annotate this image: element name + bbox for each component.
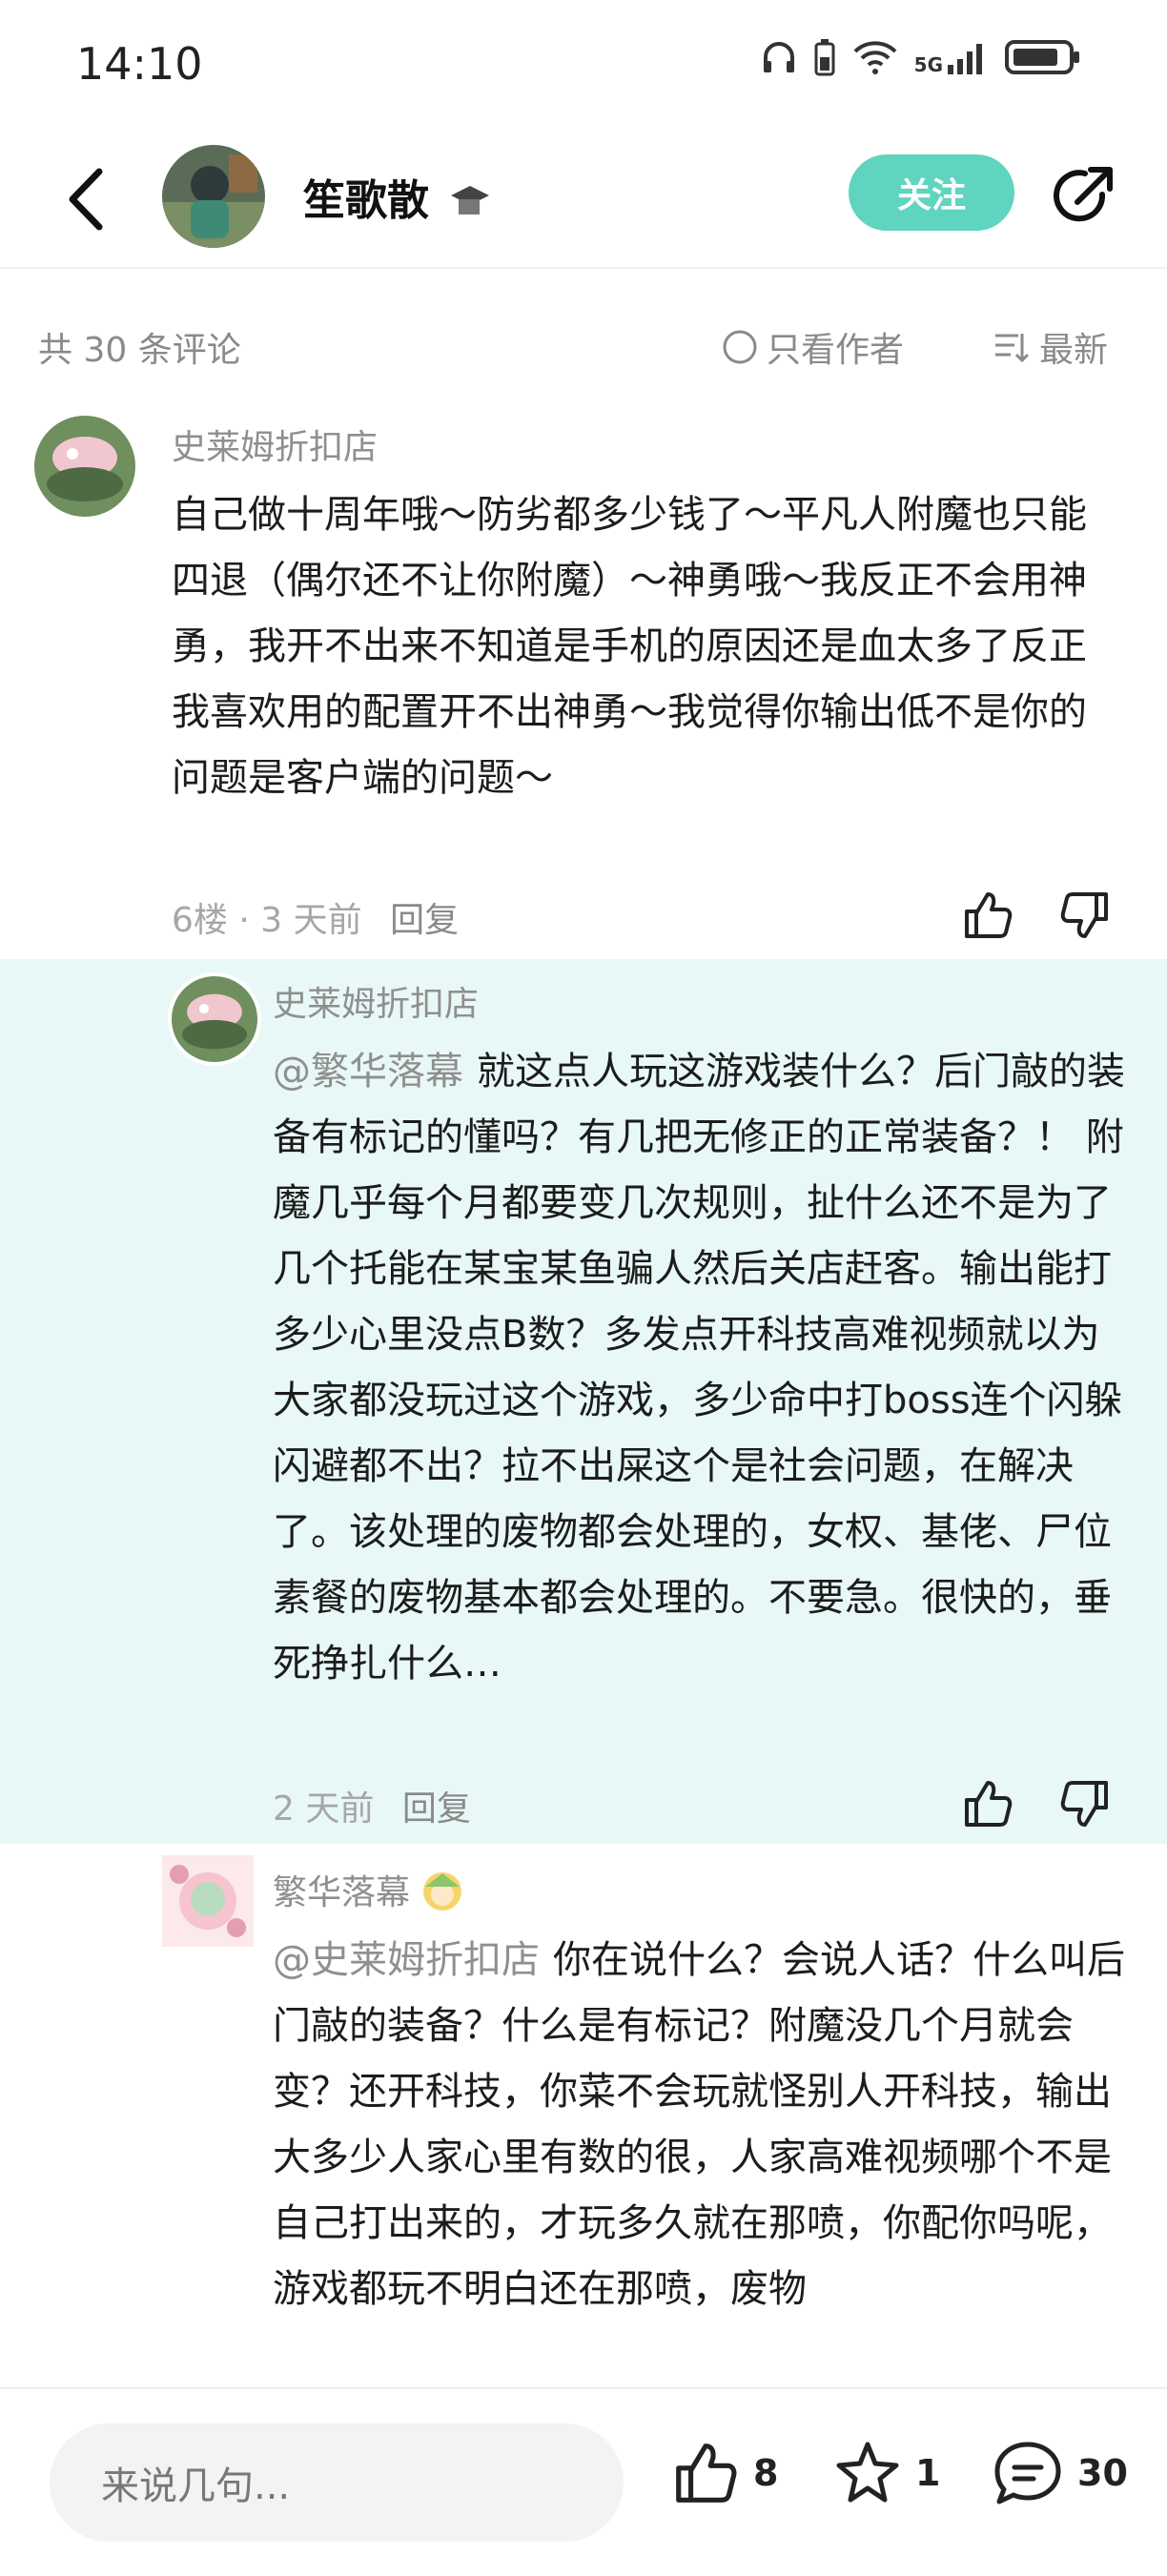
only-author-toggle[interactable]: 只看作者 [721,322,904,372]
battery-icon [1005,40,1079,74]
reply-avatar[interactable] [162,1855,254,1947]
network-label: 5G [913,53,943,76]
reply-body: 你在说什么？会说人话？什么叫后门敲的装备？什么是有标记？附魔没几个月就会变？还开… [273,1938,1125,2311]
comment-meta: 6楼 · 3 天前 回复 [172,892,459,942]
status-icons: 5G [760,38,1081,76]
signal-icon [948,44,982,74]
sort-icon [995,334,1030,363]
thumbs-down-icon[interactable] [1058,889,1112,942]
reply-name-text: 繁华落幕 [273,1873,411,1912]
comment-count-button[interactable]: 30 [992,2439,1128,2507]
only-author-label: 只看作者 [767,331,905,370]
sort-label: 最新 [1039,331,1109,370]
radio-circle-icon [723,330,757,364]
like-count-button[interactable]: 8 [671,2439,778,2507]
reply-name[interactable]: 繁华落幕 [273,1865,464,1914]
comment-bubble-icon [994,2442,1061,2504]
thumbs-down-icon[interactable] [1058,1777,1112,1830]
status-bar: 14:10 5G [0,0,1167,133]
back-arrow-icon[interactable] [59,166,116,233]
wifi-icon [853,41,897,74]
comment-text: 自己做十周年哦～防劣都多少钱了～平凡人附魔也只能四退（偶尔还不让你附魔）～神勇哦… [172,493,1087,800]
comment-time: 3 天前 [260,901,362,940]
graduation-cap-icon [451,186,490,215]
network-type: 5G [914,38,990,76]
reply-text: @繁华落幕 就这点人玩这游戏装什么？后门敲的装备有标记的懂吗？有几把无修正的正常装… [273,1039,1131,1697]
meta-separator: · [238,901,261,940]
comment-toolbar: 共 30 条评论 只看作者 最新 [0,305,1167,381]
commenter-avatar[interactable] [34,416,135,517]
like-count: 8 [753,2452,779,2494]
follow-button[interactable]: 关注 [849,154,1014,231]
reply-text: @史莱姆折扣店 你在说什么？会说人话？什么叫后门敲的装备？什么是有标记？附魔没几个… [273,1928,1131,2322]
thumbs-up-icon[interactable] [961,1777,1014,1830]
comment-input[interactable]: 来说几句... [50,2423,624,2542]
status-time: 14:10 [76,38,203,90]
comment-count: 共 30 条评论 [38,331,241,370]
reply-meta: 2 天前 回复 [273,1781,471,1830]
user-avatar[interactable] [162,145,265,248]
reply-button[interactable]: 回复 [390,901,459,940]
headphones-icon [763,42,794,72]
reply-mention[interactable]: @史莱姆折扣店 [273,1938,540,1982]
battery-saver-icon [814,39,835,76]
username-text: 笙歌散 [303,176,429,225]
comment-floor: 6楼 [172,901,228,940]
bottom-action-bar: 来说几句... 8 1 30 [0,2387,1167,2576]
reply-mention[interactable]: @繁华落幕 [273,1050,463,1094]
reply-time: 2 天前 [273,1789,375,1829]
username[interactable]: 笙歌散 [303,166,491,227]
character-badge-icon [423,1872,462,1911]
thumbs-up-icon [676,2443,737,2503]
commenter-name[interactable]: 史莱姆折扣店 [172,419,378,469]
reply-name[interactable]: 史莱姆折扣店 [273,976,479,1026]
reply-avatar[interactable] [168,972,261,1066]
reply-button[interactable]: 回复 [402,1789,471,1829]
sort-toggle[interactable]: 最新 [992,322,1108,372]
star-icon [836,2442,899,2503]
thumbs-up-icon[interactable] [961,889,1014,942]
favorite-count-button[interactable]: 1 [833,2439,940,2507]
reply-body: 就这点人玩这游戏装什么？后门敲的装备有标记的懂吗？有几把无修正的正常装备？！ 附… [273,1050,1125,1686]
share-icon[interactable] [1049,162,1117,231]
comment-count-value: 30 [1077,2452,1128,2494]
user-header: 笙歌散 关注 [0,133,1167,269]
favorite-count: 1 [915,2452,941,2494]
